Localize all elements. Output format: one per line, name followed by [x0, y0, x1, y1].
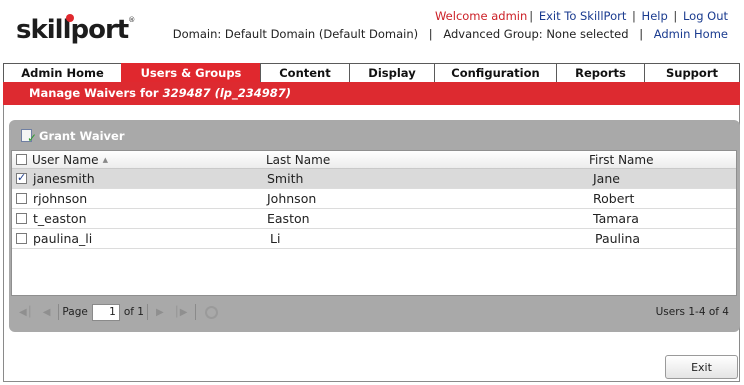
cell-first-name: Robert	[593, 191, 635, 206]
row-checkbox[interactable]	[16, 171, 27, 184]
checkmark-icon: ✓	[27, 131, 38, 145]
page-title-prefix: Manage Waivers for	[29, 86, 159, 100]
column-last-name-label: Last Name	[266, 152, 331, 167]
users-grid: User Name ▲ Last Name First Name janesmi…	[11, 150, 737, 296]
table-row[interactable]: rjohnson Johnson Robert	[12, 189, 736, 209]
logout-link[interactable]: Log Out	[683, 9, 728, 23]
page-title-subject: 329487 (lp_234987)	[162, 86, 292, 100]
column-first-name-label: First Name	[589, 152, 654, 167]
tab-display[interactable]: Display	[349, 63, 435, 82]
cell-last-name: Easton	[267, 211, 310, 226]
cell-last-name: Li	[270, 231, 281, 246]
grant-waiver-button[interactable]: ✓ Grant Waiver	[19, 128, 125, 145]
tab-users-groups[interactable]: Users & Groups	[121, 63, 261, 82]
cell-user-name: paulina_li	[33, 231, 93, 246]
tab-admin-home[interactable]: Admin Home	[3, 63, 122, 82]
page-title: Manage Waivers for 329487 (lp_234987)	[3, 82, 740, 105]
next-page-icon[interactable]: ▶	[156, 307, 164, 318]
cell-first-name: Paulina	[595, 231, 641, 246]
row-checkbox[interactable]	[16, 233, 27, 244]
table-row[interactable]: paulina_li Li Paulina	[12, 229, 736, 249]
select-all-checkbox-cell	[16, 151, 27, 168]
row-checkbox[interactable]	[16, 213, 27, 224]
cell-first-name: Jane	[593, 171, 620, 186]
grant-waiver-label: Grant Waiver	[39, 129, 125, 143]
previous-page-icon[interactable]: ◀	[43, 307, 51, 318]
exit-button[interactable]: Exit	[665, 355, 738, 379]
skillport-logo: skillport®	[16, 10, 135, 50]
tab-support[interactable]: Support	[644, 63, 740, 82]
tab-configuration[interactable]: Configuration	[434, 63, 557, 82]
sort-ascending-icon: ▲	[102, 155, 108, 164]
tab-reports[interactable]: Reports	[556, 63, 645, 82]
separator: |	[529, 9, 534, 23]
table-row[interactable]: janesmith Smith Jane	[12, 169, 736, 189]
table-row[interactable]: t_easton Easton Tamara	[12, 209, 736, 229]
logo-dot	[66, 14, 74, 22]
column-first-name[interactable]: First Name	[589, 151, 653, 168]
column-last-name[interactable]: Last Name	[266, 151, 330, 168]
welcome-text: Welcome admin	[434, 9, 528, 23]
divider	[58, 304, 60, 320]
cell-first-name: Tamara	[593, 211, 639, 226]
users-count-status: Users 1-4 of 4	[655, 306, 729, 318]
column-user-name[interactable]: User Name ▲	[32, 151, 108, 168]
select-all-checkbox[interactable]	[16, 154, 27, 165]
cell-user-name: t_easton	[33, 211, 87, 226]
cell-user-name: janesmith	[33, 171, 95, 186]
grant-waiver-icon: ✓	[19, 128, 38, 145]
advanced-group-text: Advanced Group: None selected	[443, 27, 629, 41]
pagination-bar: ◀│ ◀ Page 1 of 1 ▶ │▶ Users 1-4 of 4	[11, 300, 737, 324]
page-of-label: of 1	[123, 306, 144, 318]
row-checkbox[interactable]	[16, 193, 27, 204]
separator: |	[673, 9, 678, 23]
tab-content[interactable]: Content	[260, 63, 350, 82]
domain-line: Domain: Default Domain (Default Domain) …	[173, 27, 728, 41]
logo-trademark: ®	[128, 16, 136, 24]
exit-to-skillport-link[interactable]: Exit To SkillPort	[539, 9, 627, 23]
separator: |	[639, 27, 644, 41]
waivers-panel: ✓ Grant Waiver User Name ▲ Last Name Fir…	[9, 120, 740, 332]
admin-home-link[interactable]: Admin Home	[654, 27, 728, 41]
first-page-icon[interactable]: ◀│	[19, 307, 33, 318]
cell-user-name: rjohnson	[33, 191, 88, 206]
divider	[195, 304, 197, 320]
cell-last-name: Johnson	[267, 191, 317, 206]
main-tabs: Admin Home Users & Groups Content Displa…	[3, 63, 740, 82]
separator: |	[632, 9, 636, 23]
column-user-name-label: User Name	[32, 152, 99, 167]
grid-header: User Name ▲ Last Name First Name	[12, 151, 736, 169]
domain-text: Domain: Default Domain (Default Domain)	[172, 27, 419, 41]
last-page-icon[interactable]: │▶	[174, 307, 188, 318]
refresh-icon[interactable]	[205, 305, 219, 319]
help-link[interactable]: Help	[642, 9, 668, 23]
page-number-input[interactable]: 1	[91, 303, 120, 321]
divider	[146, 304, 148, 320]
page-label: Page	[62, 306, 88, 318]
top-links: Welcome admin | Exit To SkillPort | Help …	[435, 9, 728, 23]
cell-last-name: Smith	[267, 171, 304, 186]
separator: |	[428, 27, 433, 41]
